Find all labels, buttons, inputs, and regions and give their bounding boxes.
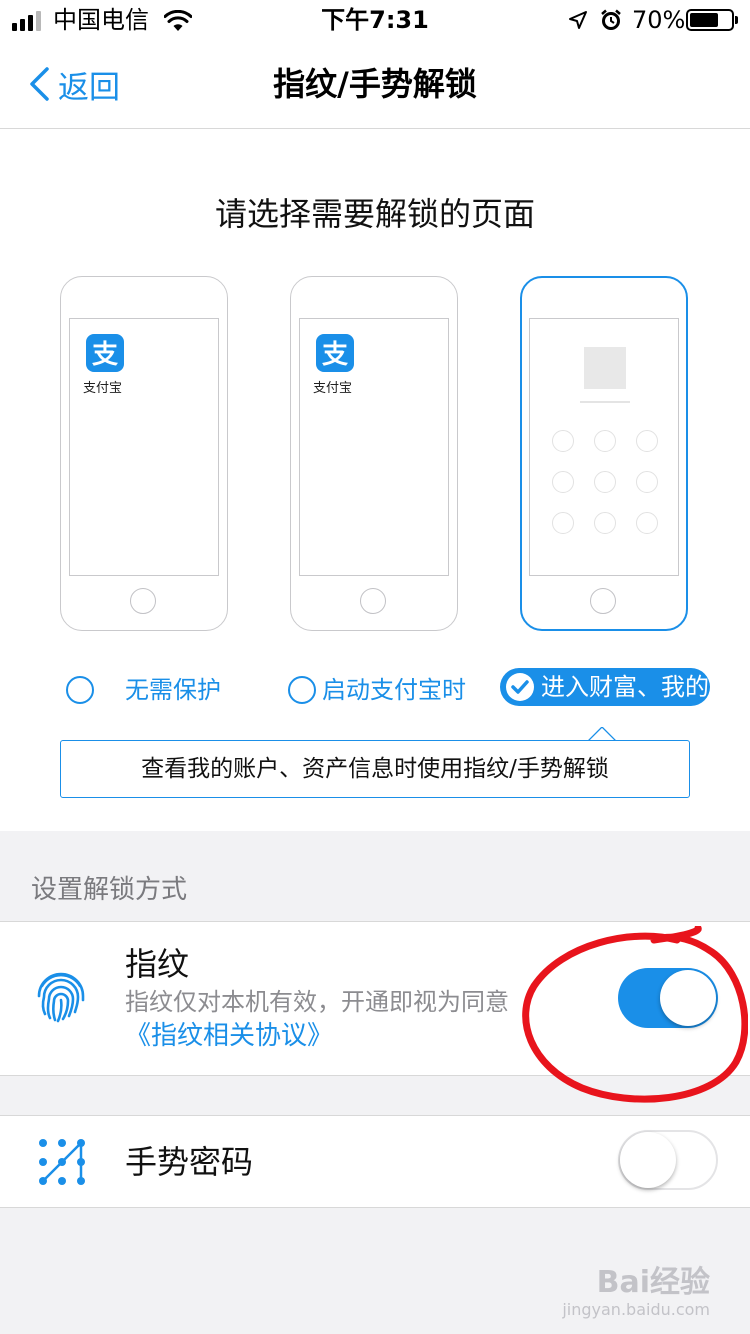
alarm-icon (601, 9, 621, 30)
fingerprint-title: 指纹 (125, 945, 190, 983)
unlock-page-selection: 请选择需要解锁的页面 支 支付宝 支 支付宝 无需保护 启动支付宝时 进入财富、… (0, 129, 750, 831)
app-label: 支付宝 (83, 381, 123, 396)
fingerprint-agreement-link[interactable]: 《指纹相关协议》 (125, 1018, 333, 1054)
phone-preview-app-launch[interactable]: 支 支付宝 (290, 276, 458, 631)
gesture-dot (594, 471, 616, 493)
option-label: 进入财富、我的 (541, 673, 709, 701)
location-icon (569, 11, 587, 29)
phone-preview-wealth-mine[interactable] (520, 276, 688, 631)
avatar-placeholder (584, 347, 626, 389)
watermark-brand: Bai经验 (596, 1265, 710, 1300)
battery-icon (686, 9, 738, 31)
gesture-row: 手势密码 (0, 1115, 750, 1208)
alipay-logo-icon: 支 (86, 334, 124, 372)
gesture-dot (552, 471, 574, 493)
selection-prompt: 请选择需要解锁的页面 (214, 195, 535, 233)
gesture-title: 手势密码 (125, 1143, 254, 1181)
checkmark-icon (506, 673, 534, 701)
page-title: 指纹/手势解锁 (273, 65, 477, 103)
option-wealth-mine[interactable]: 进入财富、我的 (500, 668, 710, 706)
phone-screen (529, 318, 679, 576)
gesture-dot (552, 430, 574, 452)
phone-screen: 支 支付宝 (299, 318, 449, 576)
option-label: 启动支付宝时 (322, 676, 466, 704)
gesture-dot (552, 512, 574, 534)
option-label: 无需保护 (125, 676, 221, 704)
app-label: 支付宝 (313, 381, 353, 396)
home-button-icon (130, 588, 156, 614)
battery-percent: 70% (632, 6, 686, 34)
home-button-icon (590, 588, 616, 614)
fingerprint-icon (37, 972, 85, 1023)
option-no-protection[interactable]: 无需保护 (66, 672, 221, 708)
svg-text:支: 支 (92, 340, 118, 370)
gesture-dot (636, 430, 658, 452)
baidu-jingyan-watermark: Bai经验 jingyan.baidu.com (562, 1266, 710, 1320)
alipay-logo-icon: 支 (316, 334, 354, 372)
selection-tip: 查看我的账户、资产信息时使用指纹/手势解锁 (60, 740, 690, 798)
fingerprint-description: 指纹仅对本机有效，开通即视为同意 (125, 988, 509, 1016)
gesture-pattern-icon (39, 1139, 85, 1185)
status-bar: 中国电信 下午7:31 70% (0, 0, 750, 40)
gesture-toggle[interactable] (618, 1130, 718, 1190)
nav-bar: 返回 指纹/手势解锁 (0, 40, 750, 129)
gesture-dot (636, 471, 658, 493)
tip-pointer (588, 727, 616, 741)
option-app-launch[interactable]: 启动支付宝时 (288, 672, 466, 708)
radio-unchecked-icon[interactable] (66, 676, 94, 704)
divider (580, 401, 630, 403)
section-header: 设置解锁方式 (31, 875, 188, 905)
fingerprint-row: 指纹 指纹仅对本机有效，开通即视为同意 《指纹相关协议》 (0, 921, 750, 1103)
gesture-dot (594, 512, 616, 534)
red-circle-annotation (522, 926, 748, 1103)
watermark-url: jingyan.baidu.com (562, 1300, 710, 1319)
home-button-icon (360, 588, 386, 614)
toggle-knob (620, 1132, 676, 1188)
phone-screen: 支 支付宝 (69, 318, 219, 576)
svg-text:支: 支 (322, 340, 348, 370)
phone-preview-no-protection[interactable]: 支 支付宝 (60, 276, 228, 631)
gesture-dot (594, 430, 616, 452)
radio-unchecked-icon[interactable] (288, 676, 316, 704)
gesture-dot (636, 512, 658, 534)
